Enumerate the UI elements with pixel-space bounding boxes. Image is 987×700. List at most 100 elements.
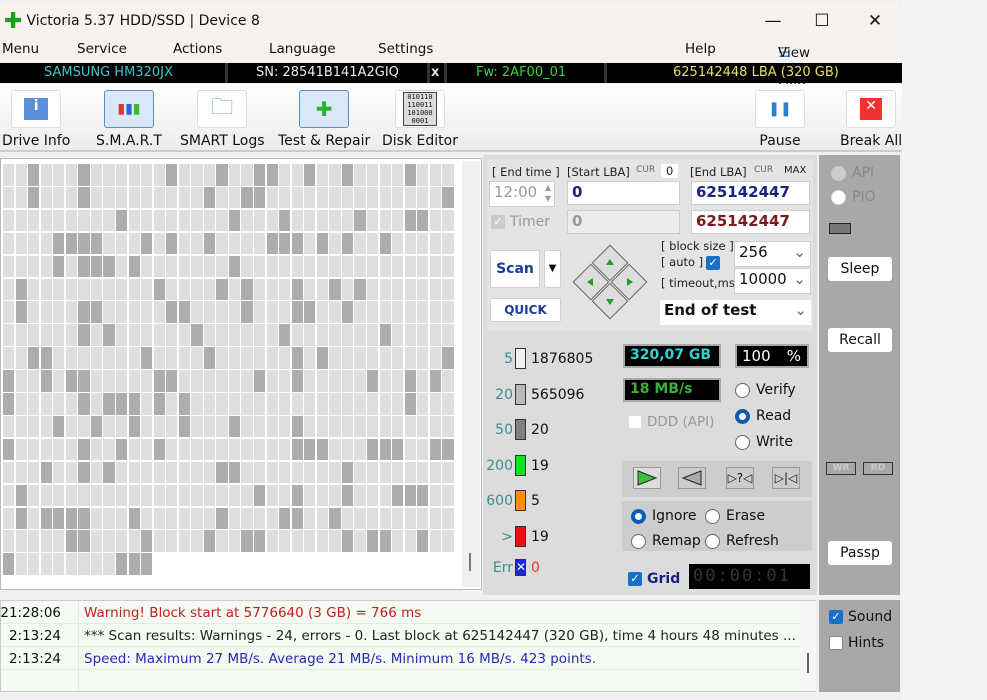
maximize-button[interactable]: ☐ <box>807 11 837 31</box>
end-cur-button[interactable]: CUR <box>754 165 773 175</box>
block-cell <box>153 186 165 209</box>
end-max-button[interactable]: MAX <box>784 165 806 176</box>
block-cell <box>291 507 303 529</box>
minimize-button[interactable]: — <box>758 11 788 31</box>
start-cur-button[interactable]: CUR <box>636 165 655 175</box>
erase-radio[interactable]: Erase <box>705 508 765 524</box>
disk-editor-button[interactable]: 010110 110011 101000 0001 Disk Editor <box>382 90 458 149</box>
api-radio[interactable]: API <box>831 165 874 181</box>
timer-checkbox[interactable]: ✓ Timer <box>491 214 550 230</box>
ignore-radio[interactable]: Ignore <box>631 508 697 524</box>
block-cell <box>65 301 78 323</box>
reverse-button[interactable] <box>678 467 706 489</box>
refresh-radio[interactable]: Refresh <box>705 533 779 549</box>
block-cell <box>254 255 266 278</box>
block-cell <box>304 278 316 300</box>
read-radio[interactable]: Read <box>735 408 791 424</box>
block-cell <box>279 255 291 278</box>
ddd-api-checkbox[interactable]: DDD (API) <box>628 414 714 430</box>
block-cell <box>65 415 78 438</box>
recall-button[interactable]: Recall <box>828 328 892 352</box>
write-radio[interactable]: Write <box>735 434 793 450</box>
auto-checkbox[interactable]: ✓ <box>706 256 720 270</box>
verify-radio[interactable]: Verify <box>735 382 796 398</box>
block-cell <box>354 507 366 529</box>
block-cell <box>366 530 379 552</box>
sleep-button[interactable]: Sleep <box>828 257 892 281</box>
end-action-select[interactable]: End of test ⌄ <box>660 300 811 325</box>
quick-button[interactable]: QUICK <box>490 298 561 322</box>
grid-checkbox[interactable]: ✓ Grid <box>628 571 680 587</box>
smart-button[interactable]: ▮▮▮ S.M.A.R.T <box>96 90 162 149</box>
remap-radio[interactable]: Remap <box>631 533 701 549</box>
block-cell <box>28 553 40 575</box>
block-cell <box>404 255 416 278</box>
menu-language[interactable]: Language <box>269 41 336 57</box>
block-cell <box>354 415 366 438</box>
start-lba-input[interactable]: 0 <box>567 181 680 205</box>
block-cell <box>354 232 366 255</box>
menu-menu[interactable]: Menu <box>2 41 39 57</box>
scan-button[interactable]: Scan <box>490 250 540 288</box>
smart-logs-button[interactable]: 🗀 SMART Logs <box>180 90 265 149</box>
map-scrollbar[interactable] <box>462 161 480 587</box>
block-cell <box>115 553 128 575</box>
legend-ms: 20 <box>495 386 513 403</box>
block-cell <box>442 461 454 484</box>
block-size-select[interactable]: 256 ⌄ <box>734 241 811 267</box>
block-cell <box>442 278 454 300</box>
block-cell <box>191 370 203 392</box>
passp-button[interactable]: Passp <box>828 541 892 565</box>
direction-pad[interactable] <box>571 243 649 321</box>
log-message: *** Scan results: Warnings - 24, errors … <box>84 628 796 644</box>
end-time-spinner[interactable]: 12:00 ▲ ▼ <box>489 181 555 207</box>
timeout-select[interactable]: 10000 ⌄ <box>734 268 811 294</box>
end-lba-input[interactable]: 625142447 <box>691 181 810 205</box>
block-cell <box>417 164 429 186</box>
block-cell <box>254 461 266 484</box>
block-cell <box>166 186 178 209</box>
menu-service[interactable]: Service <box>77 41 127 57</box>
block-cell <box>228 370 241 392</box>
butterfly-button[interactable]: ▷|◁ <box>772 467 800 489</box>
menu-actions[interactable]: Actions <box>173 41 222 57</box>
block-cell <box>28 370 40 392</box>
menu-help[interactable]: Help <box>685 41 716 57</box>
sound-checkbox[interactable]: ✓ Sound <box>829 609 892 625</box>
pause-button[interactable]: ❚❚ Pause <box>755 90 805 149</box>
block-cell <box>141 324 153 346</box>
block-cell <box>15 278 27 300</box>
block-cell <box>316 347 329 369</box>
block-cell <box>392 232 404 255</box>
block-cell <box>429 415 441 438</box>
block-cell <box>40 553 52 575</box>
percent-sign: % <box>786 347 801 365</box>
scan-dropdown-button[interactable]: ▼ <box>544 250 561 288</box>
activity-indicator <box>829 223 851 234</box>
drive-info-button[interactable]: i Drive Info <box>2 90 70 149</box>
legend-ms: 50 <box>495 422 513 438</box>
block-cell <box>392 438 404 461</box>
block-cell <box>128 347 140 369</box>
drive-close[interactable]: x <box>431 65 439 80</box>
close-button[interactable]: ✕ <box>860 11 890 31</box>
random-seek-button[interactable]: ▷?◁ <box>726 467 754 489</box>
menu-settings[interactable]: Settings <box>378 41 433 57</box>
block-cell <box>153 232 165 255</box>
block-cell <box>304 301 316 323</box>
block-cell <box>115 186 128 209</box>
block-cell <box>65 530 78 552</box>
break-all-button[interactable]: ✕ Break All <box>840 90 902 149</box>
pio-radio[interactable]: PIO <box>831 189 876 205</box>
block-cell <box>429 164 441 186</box>
test-repair-button[interactable]: ✚ Test & Repair <box>278 90 370 149</box>
legend-count: 565096 <box>531 386 585 403</box>
block-cell <box>291 186 303 209</box>
block-cell <box>404 278 416 300</box>
hints-checkbox[interactable]: Hints <box>829 635 884 651</box>
block-cell <box>28 438 40 461</box>
log-scrollbar[interactable] <box>801 601 816 691</box>
play-button[interactable] <box>633 467 661 489</box>
block-cell <box>53 530 65 552</box>
block-cell <box>228 415 241 438</box>
